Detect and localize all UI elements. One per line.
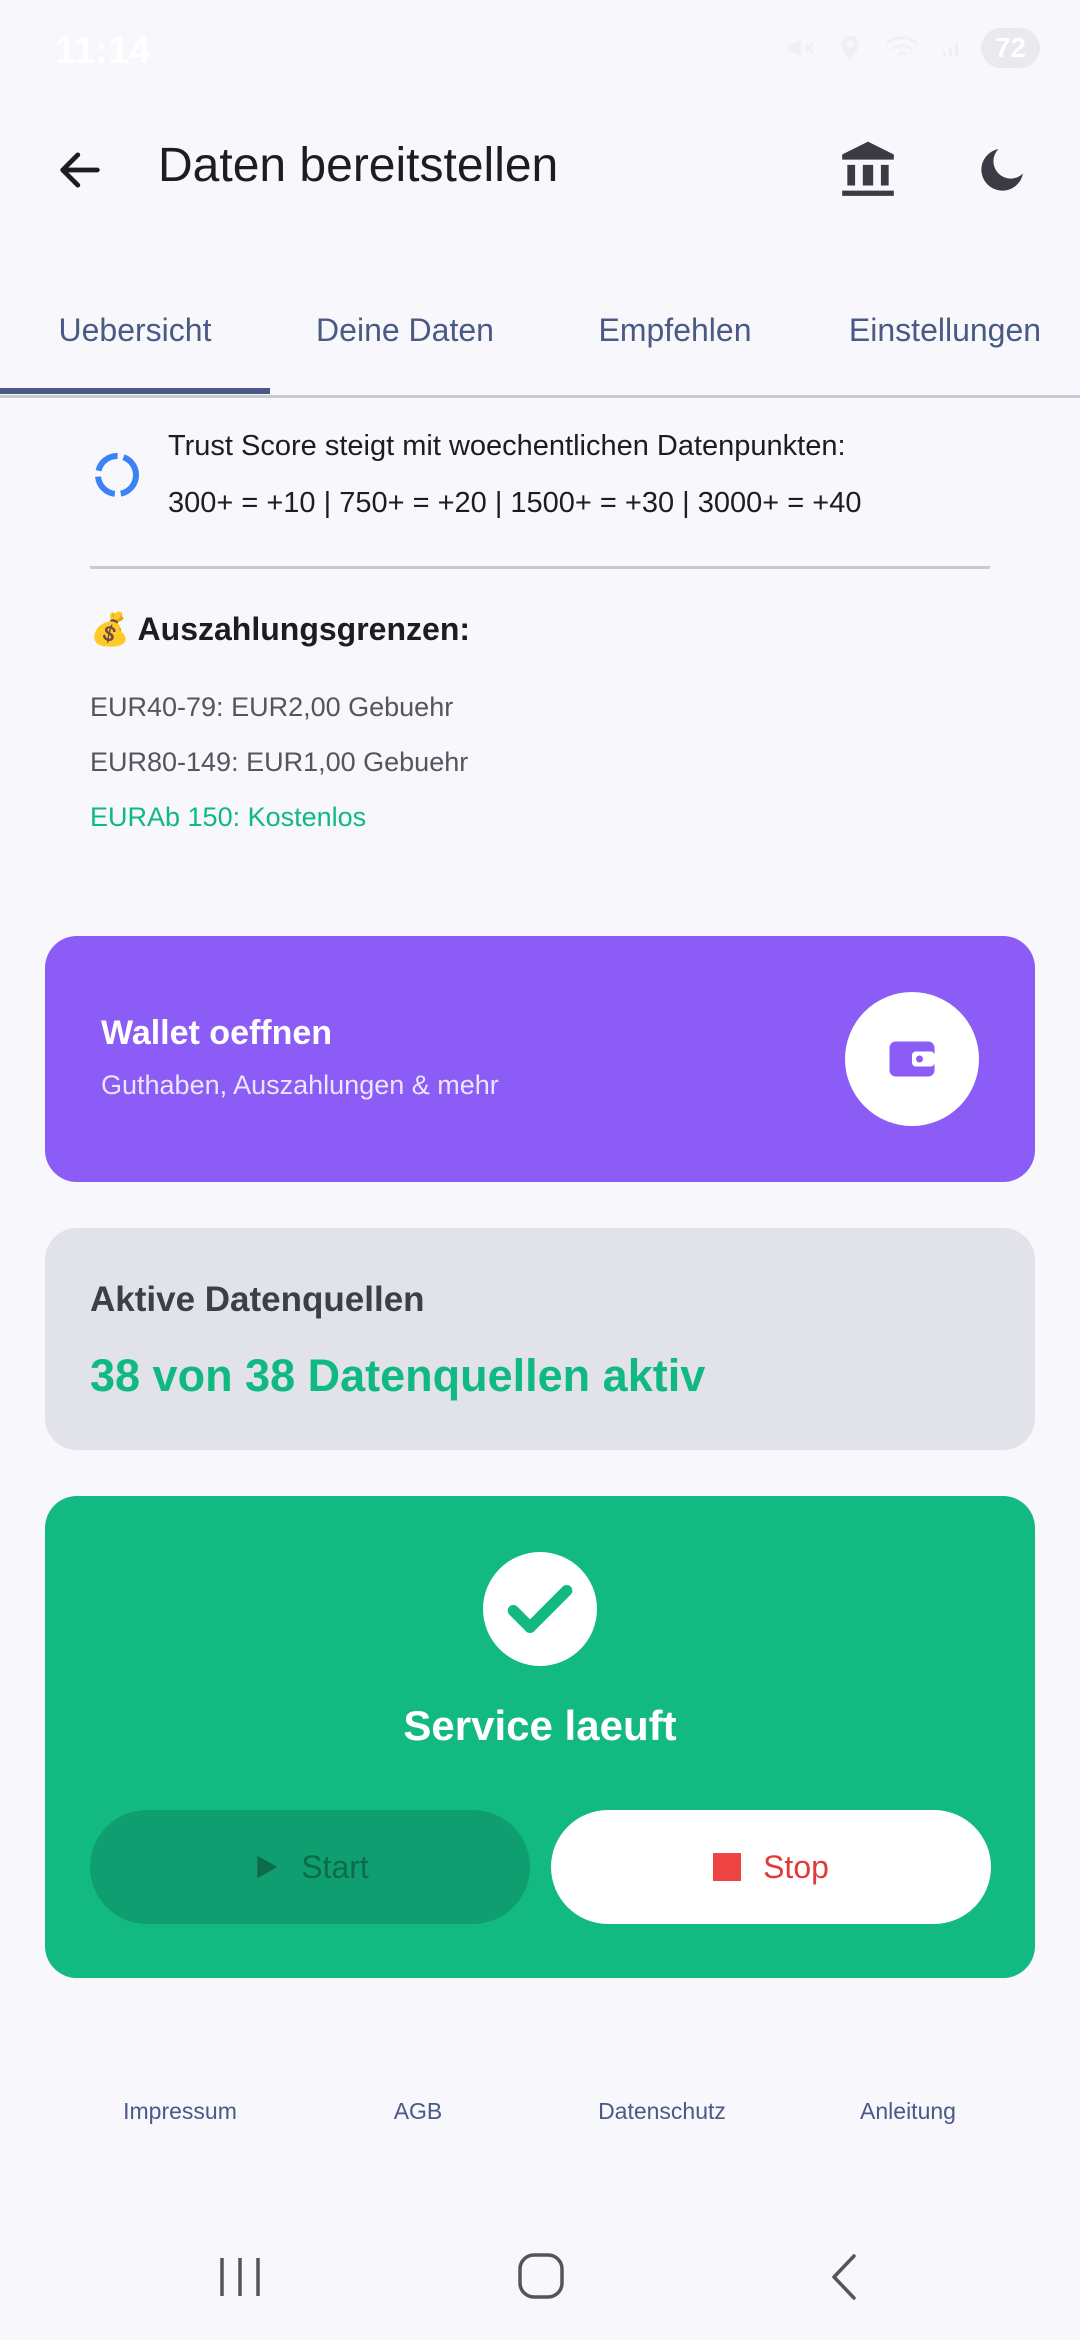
- tab-einstellungen[interactable]: Einstellungen: [810, 265, 1080, 395]
- sources-count: 38 von 38 Datenquellen aktiv: [90, 1350, 706, 1401]
- start-button[interactable]: Start: [90, 1810, 530, 1924]
- battery-badge: 72: [980, 28, 1040, 68]
- play-icon: [257, 1855, 278, 1879]
- footer-link-datenschutz[interactable]: Datenschutz: [552, 2098, 772, 2125]
- payout-limit-item: EUR80-149: EUR1,00 Gebuehr: [90, 747, 469, 777]
- home-button[interactable]: [515, 2250, 567, 2307]
- wallet-button[interactable]: [845, 992, 979, 1126]
- stop-label: Stop: [763, 1848, 829, 1885]
- service-card: Service laeuft Start Stop: [45, 1496, 1035, 1978]
- recent-apps-button[interactable]: [210, 2252, 270, 2307]
- sources-title: Aktive Datenquellen: [90, 1280, 425, 1319]
- footer-link-agb[interactable]: AGB: [308, 2098, 528, 2125]
- service-status-indicator: [483, 1552, 597, 1666]
- active-tab-indicator: [0, 388, 270, 394]
- divider: [90, 566, 990, 569]
- location-icon: [841, 35, 859, 61]
- status-time: 11:14: [55, 30, 151, 72]
- tab-bar: Uebersicht Deine Daten Empfehlen Einstel…: [0, 265, 1080, 398]
- signal-icon: [942, 42, 958, 56]
- wallet-subtitle: Guthaben, Auszahlungen & mehr: [101, 1070, 499, 1100]
- payout-limits-heading: 💰 Auszahlungsgrenzen:: [90, 611, 471, 647]
- trust-score-info: Trust Score steigt mit woechentlichen Da…: [168, 430, 846, 462]
- stop-icon: [713, 1853, 742, 1881]
- payout-limit-item: EUR40-79: EUR2,00 Gebuehr: [90, 692, 454, 722]
- bank-icon: [842, 141, 894, 196]
- trust-score-tiers: 300+ = +10 | 750+ = +20 | 1500+ = +30 | …: [168, 487, 862, 519]
- system-navigation-bar: [0, 2200, 1080, 2340]
- wifi-icon: [885, 36, 919, 57]
- wallet-title: Wallet oeffnen: [101, 1014, 333, 1052]
- service-status-text: Service laeuft: [403, 1702, 677, 1749]
- footer-link-impressum[interactable]: Impressum: [70, 2098, 290, 2125]
- bank-button[interactable]: [828, 130, 908, 210]
- open-wallet-card[interactable]: Wallet oeffnen Guthaben, Auszahlungen & …: [45, 936, 1035, 1182]
- mute-icon: [788, 38, 814, 58]
- payout-limit-free: EURAb 150: Kostenlos: [90, 802, 367, 832]
- system-back-button[interactable]: [820, 2250, 870, 2309]
- tab-deine-daten[interactable]: Deine Daten: [270, 265, 540, 395]
- dark-mode-button[interactable]: [962, 130, 1042, 210]
- recent-apps-icon: [220, 2258, 260, 2296]
- tab-uebersicht[interactable]: Uebersicht: [0, 265, 270, 395]
- home-icon: [518, 2253, 564, 2299]
- status-bar: 11:14 72: [0, 0, 1080, 100]
- loading-spinner-icon: [95, 453, 139, 497]
- chevron-left-icon: [832, 2254, 856, 2300]
- arrow-left-icon: [60, 152, 100, 188]
- active-sources-card: Aktive Datenquellen 38 von 38 Datenquell…: [45, 1228, 1035, 1450]
- start-label: Start: [301, 1848, 369, 1885]
- stop-button[interactable]: Stop: [551, 1810, 991, 1924]
- back-button[interactable]: [40, 130, 120, 210]
- tab-empfehlen[interactable]: Empfehlen: [540, 265, 810, 395]
- status-icons: 72: [783, 28, 1040, 68]
- page-title: Daten bereitstellen: [158, 139, 559, 192]
- moon-icon: [981, 149, 1023, 191]
- checkmark-icon: [507, 1585, 573, 1633]
- footer-link-anleitung[interactable]: Anleitung: [798, 2098, 1018, 2125]
- wallet-icon: [889, 1041, 935, 1077]
